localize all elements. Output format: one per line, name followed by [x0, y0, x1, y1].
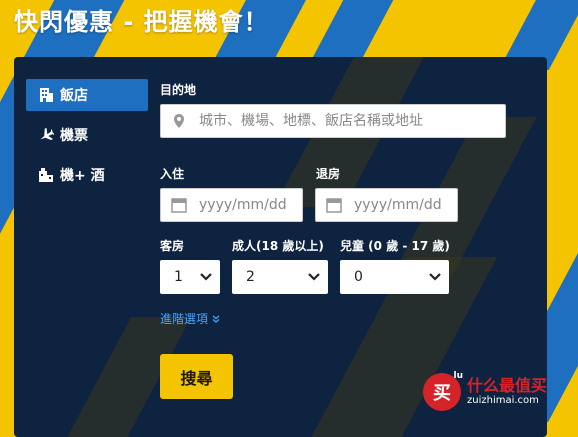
chevron-down-icon [200, 273, 212, 281]
watermark-en: zuizhimai.com [467, 395, 539, 406]
rooms-select[interactable]: 1 [160, 260, 220, 294]
tab-label: 飯店 [60, 88, 88, 104]
search-button[interactable]: 搜尋 [160, 354, 233, 399]
children-value: 0 [354, 269, 363, 285]
watermark-badge-sup: lu [453, 371, 464, 381]
calendar-icon [326, 198, 342, 213]
advanced-options-label: 進階選項 [160, 312, 209, 326]
chevron-down-icon [429, 273, 441, 281]
watermark-cn: 什么最值买 [467, 376, 548, 395]
tab-flights[interactable]: 機票 [26, 119, 148, 151]
tab-hotels[interactable]: 飯店 [26, 79, 148, 111]
location-pin-icon [174, 114, 184, 128]
destination-label: 目的地 [160, 83, 197, 97]
watermark-text: 什么最值买 zuizhimai.com [467, 377, 547, 407]
adults-select[interactable]: 2 [232, 260, 328, 294]
package-icon [38, 167, 54, 183]
adults-label: 成人(18 歲以上) [232, 239, 324, 253]
checkout-field[interactable] [315, 188, 458, 222]
checkin-input[interactable] [197, 196, 302, 214]
product-tabs: 飯店 機票 機+ 酒 [26, 79, 148, 199]
watermark: 买 lu 什么最值买 zuizhimai.com [423, 371, 547, 411]
watermark-logo: 买 lu [423, 371, 464, 411]
double-chevron-down-icon [212, 315, 220, 323]
checkin-label: 入住 [160, 167, 185, 181]
children-select[interactable]: 0 [340, 260, 449, 294]
hotel-icon [38, 87, 54, 103]
checkout-input[interactable] [352, 196, 457, 214]
adults-value: 2 [246, 269, 255, 285]
rooms-label: 客房 [160, 239, 185, 253]
checkin-field[interactable] [160, 188, 303, 222]
chevron-down-icon [308, 273, 320, 281]
children-label: 兒童 (0 歲 - 17 歲) [340, 239, 450, 253]
advanced-options-link[interactable]: 進階選項 [160, 310, 220, 327]
destination-input[interactable] [197, 112, 505, 130]
calendar-icon [171, 198, 187, 213]
checkout-label: 退房 [316, 167, 341, 181]
promo-headline: 快閃優惠 - 把握機會！ [14, 8, 269, 36]
tab-label: 機+ 酒 [60, 168, 105, 184]
watermark-badge-text: 买 [433, 383, 451, 404]
bg-stripe [311, 0, 399, 60]
airplane-icon [38, 127, 54, 143]
tab-packages[interactable]: 機+ 酒 [26, 159, 148, 191]
tab-label: 機票 [60, 128, 88, 144]
destination-field[interactable] [160, 104, 506, 138]
rooms-value: 1 [174, 269, 183, 285]
